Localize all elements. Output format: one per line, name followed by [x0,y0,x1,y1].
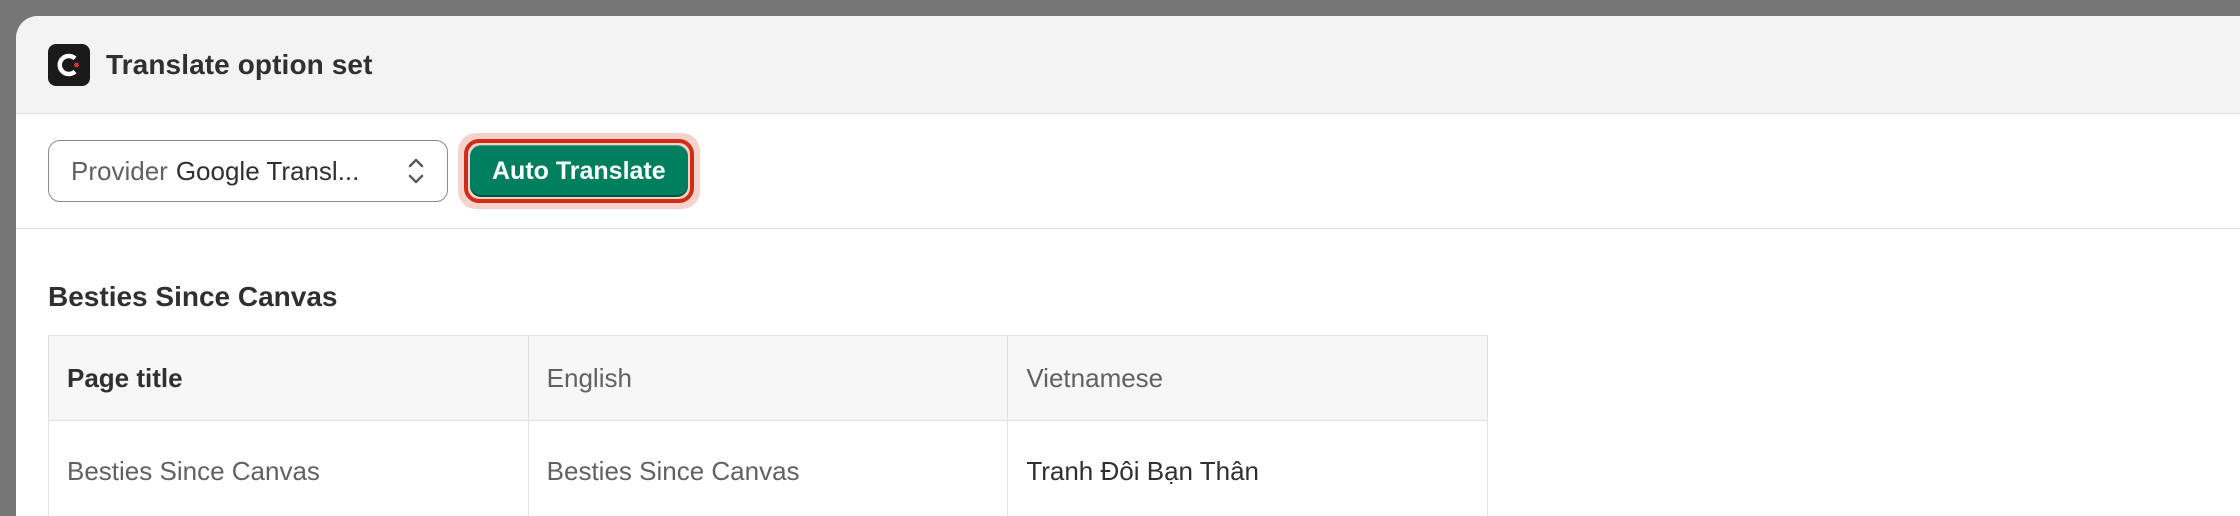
app-logo-icon [48,44,90,86]
auto-translate-highlight: Auto Translate [458,133,700,209]
page-title: Translate option set [106,49,373,81]
provider-label: Provider [71,156,168,187]
column-header-field: Page title [49,336,529,421]
toolbar: Provider Google Transl... Auto Translate [16,114,2240,229]
section-title: Besties Since Canvas [48,281,2240,313]
column-header-target: Vietnamese [1008,336,1488,421]
title-bar: Translate option set [16,16,2240,114]
auto-translate-focus-ring: Auto Translate [464,139,694,203]
cell-source-text: Besties Since Canvas [528,421,1008,516]
translate-window: Translate option set Provider Google Tra… [16,16,2240,516]
table-header-row: Page title English Vietnamese [49,336,1488,421]
provider-select[interactable]: Provider Google Transl... [48,140,448,202]
cell-translation[interactable]: Tranh Đôi Bạn Thân [1008,421,1488,516]
column-header-source: English [528,336,1008,421]
provider-value: Google Transl... [176,156,405,187]
chevron-up-down-icon [405,154,427,188]
content: Besties Since Canvas Page title English … [16,229,2240,516]
translation-table: Page title English Vietnamese Besties Si… [48,335,1488,516]
cell-field-name: Besties Since Canvas [49,421,529,516]
table-row: Besties Since Canvas Besties Since Canva… [49,421,1488,516]
auto-translate-button[interactable]: Auto Translate [470,145,688,197]
